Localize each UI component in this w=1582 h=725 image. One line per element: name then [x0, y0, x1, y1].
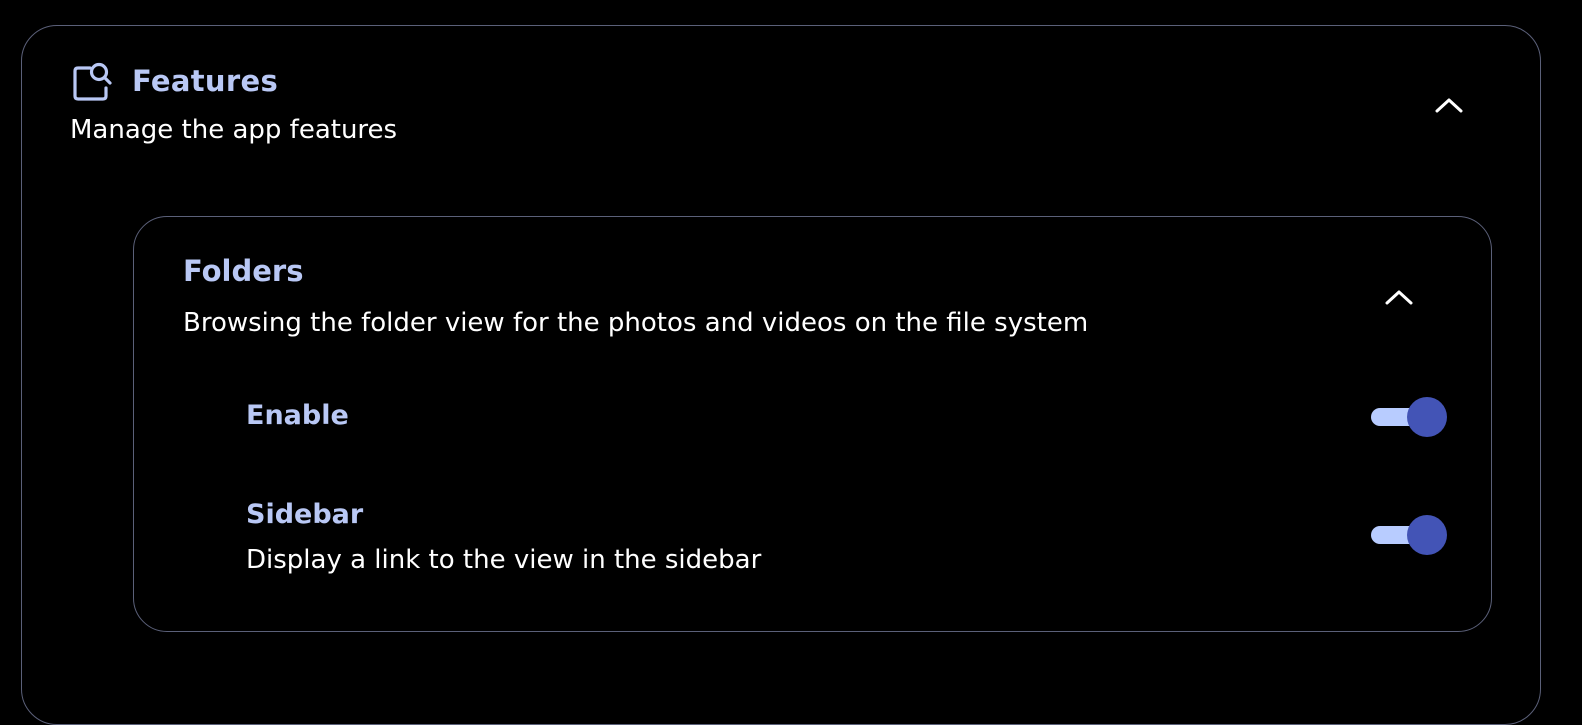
sidebar-toggle[interactable]: [1371, 515, 1451, 555]
features-description: Manage the app features: [70, 115, 398, 145]
sidebar-label: Sidebar: [246, 499, 364, 530]
enable-label: Enable: [246, 400, 349, 431]
folders-description: Browsing the folder view for the photos …: [183, 308, 1089, 338]
features-title: Features: [132, 64, 279, 98]
folders-collapse-chevron-up-icon[interactable]: [1383, 287, 1415, 307]
enable-toggle[interactable]: [1371, 397, 1451, 437]
sidebar-description: Display a link to the view in the sideba…: [246, 545, 762, 575]
enable-toggle-knob: [1407, 397, 1447, 437]
features-header[interactable]: Features: [72, 60, 278, 102]
folder-search-icon: [72, 60, 114, 102]
sidebar-toggle-knob: [1407, 515, 1447, 555]
folders-title[interactable]: Folders: [183, 254, 304, 288]
features-collapse-chevron-up-icon[interactable]: [1433, 95, 1465, 115]
